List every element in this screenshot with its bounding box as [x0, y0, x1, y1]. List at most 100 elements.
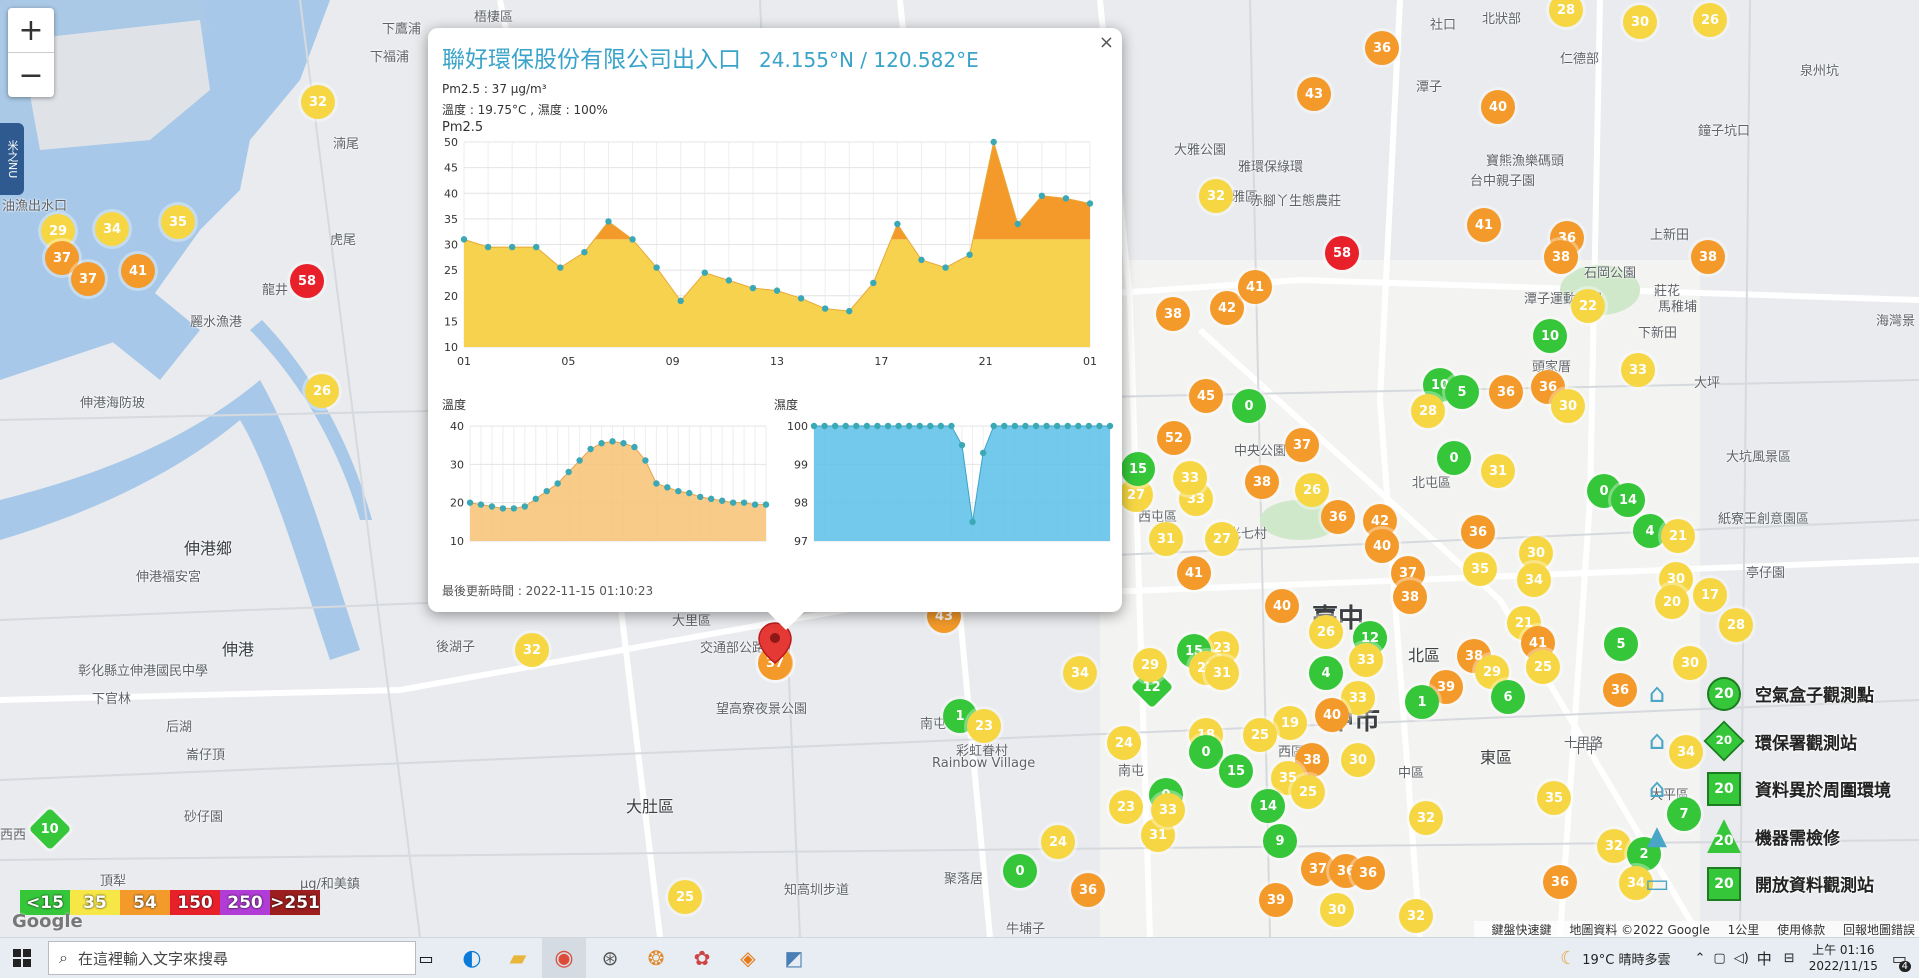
sensor-marker[interactable]: 40 [1365, 529, 1399, 563]
sensor-marker[interactable]: 29 [1133, 648, 1167, 682]
sensor-marker[interactable]: 34 [95, 212, 129, 246]
sensor-marker[interactable]: 5 [1445, 375, 1479, 409]
sensor-marker[interactable]: 58 [1325, 236, 1359, 270]
sensor-marker[interactable]: 28 [1719, 608, 1753, 642]
chrome-icon[interactable]: ◉ [542, 938, 586, 978]
sensor-marker[interactable]: 43 [1297, 77, 1331, 111]
app-icon-4[interactable]: ◩ [772, 938, 816, 978]
sensor-marker[interactable]: 35 [1463, 552, 1497, 586]
sensor-marker[interactable]: 32 [301, 85, 335, 119]
map-view[interactable]: 梧棲區下鷹浦下福浦湳尾油漁出水口虎尾龍井麗水漁港伸港海防玻伸港鄉伸港福安宮伸港彰… [0, 0, 1919, 937]
sensor-marker[interactable]: 15 [1121, 452, 1155, 486]
sensor-marker[interactable]: 25 [1243, 718, 1277, 752]
sensor-marker[interactable]: 22 [1571, 289, 1605, 323]
sensor-marker[interactable]: 36 [1351, 856, 1385, 890]
sensor-marker[interactable]: 26 [1295, 473, 1329, 507]
clock[interactable]: 上午 01:16 2022/11/15 [1809, 942, 1878, 974]
app-icon-3[interactable]: ✿ [680, 938, 724, 978]
sensor-marker[interactable]: 25 [1291, 775, 1325, 809]
sensor-marker[interactable]: 28 [1411, 394, 1445, 428]
sensor-marker[interactable]: 52 [1157, 421, 1191, 455]
sensor-marker[interactable]: 40 [1315, 698, 1349, 732]
sensor-marker[interactable]: 33 [1621, 353, 1655, 387]
sensor-marker[interactable]: 34 [1063, 656, 1097, 690]
sensor-marker[interactable]: 15 [1219, 754, 1253, 788]
sensor-marker[interactable]: 6 [1491, 680, 1525, 714]
sensor-marker[interactable]: 32 [1199, 179, 1233, 213]
zoom-out-button[interactable]: − [8, 52, 54, 97]
sensor-marker[interactable]: 19 [1273, 706, 1307, 740]
sensor-marker[interactable]: 9 [1263, 824, 1297, 858]
sensor-marker[interactable]: 23 [1109, 790, 1143, 824]
sensor-marker[interactable]: 30 [1623, 5, 1657, 39]
sensor-marker[interactable]: 41 [1467, 208, 1501, 242]
sensor-marker[interactable]: 38 [1544, 240, 1578, 274]
blender-icon[interactable]: ◈ [726, 938, 770, 978]
sensor-marker[interactable]: 30 [1341, 743, 1375, 777]
sensor-marker[interactable]: 36 [1321, 500, 1355, 534]
popup-close-button[interactable]: × [1099, 32, 1114, 53]
sensor-marker[interactable]: 17 [1693, 578, 1727, 612]
sensor-marker[interactable]: 41 [1177, 556, 1211, 590]
sensor-marker[interactable]: 32 [1399, 899, 1433, 933]
sensor-marker[interactable]: 27 [1205, 522, 1239, 556]
sensor-marker[interactable]: 0 [1232, 389, 1266, 423]
sensor-marker[interactable]: 38 [1156, 297, 1190, 331]
sensor-marker[interactable]: 10 [1533, 319, 1567, 353]
sensor-marker[interactable]: 32 [515, 633, 549, 667]
task-view-icon[interactable]: ▭ [404, 938, 448, 978]
sensor-marker[interactable]: 32 [1409, 801, 1443, 835]
language-toggle[interactable]: 米之NU [0, 123, 24, 195]
sensor-marker[interactable]: 25 [668, 880, 702, 914]
sensor-marker[interactable]: 45 [1189, 379, 1223, 413]
sensor-marker[interactable]: 40 [1481, 90, 1515, 124]
sensor-marker[interactable]: 23 [967, 709, 1001, 743]
file-explorer-icon[interactable]: ▰ [496, 938, 540, 978]
taskbar-search-box[interactable]: ⌕ 在這裡輸入文字來搜尋 [48, 941, 416, 975]
terms-link[interactable]: 使用條款 [1777, 923, 1825, 937]
sensor-marker[interactable]: 4 [1309, 656, 1343, 690]
sensor-marker[interactable]: 14 [1611, 483, 1645, 517]
sensor-marker[interactable]: 31 [1205, 656, 1239, 690]
sensor-marker[interactable]: 1 [1405, 685, 1439, 719]
sensor-marker[interactable]: 41 [1238, 270, 1272, 304]
sensor-marker[interactable]: 26 [1693, 3, 1727, 37]
sensor-marker[interactable]: 36 [1071, 873, 1105, 907]
sensor-marker[interactable]: 36 [1365, 31, 1399, 65]
start-button[interactable] [0, 938, 44, 978]
sensor-marker[interactable]: 36 [1603, 673, 1637, 707]
sensor-marker[interactable]: 24 [1107, 726, 1141, 760]
sensor-marker[interactable]: 34 [1517, 563, 1551, 597]
sensor-marker[interactable]: 32 [1597, 829, 1631, 863]
sensor-marker[interactable]: 38 [1245, 465, 1279, 499]
sensor-marker[interactable]: 21 [1661, 519, 1695, 553]
sensor-marker[interactable]: 33 [1173, 461, 1207, 495]
sensor-marker[interactable]: 0 [1437, 441, 1471, 475]
weather-text[interactable]: 19°C 晴時多雲 [1582, 949, 1670, 968]
sensor-marker[interactable]: 35 [161, 205, 195, 239]
app-icon-1[interactable]: ⊛ [588, 938, 632, 978]
sensor-marker[interactable]: 37 [1285, 428, 1319, 462]
sensor-marker[interactable]: 5 [1604, 627, 1638, 661]
sensor-marker[interactable]: 36 [1489, 375, 1523, 409]
sensor-marker[interactable]: 37 [71, 262, 105, 296]
sensor-marker[interactable]: 40 [1265, 589, 1299, 623]
report-error-link[interactable]: 回報地圖錯誤 [1843, 923, 1915, 937]
notification-icon[interactable]: ▭4 [1892, 949, 1907, 968]
sensor-marker[interactable]: 30 [1320, 893, 1354, 927]
app-icon-2[interactable]: ❂ [634, 938, 678, 978]
sensor-marker[interactable]: 33 [1349, 643, 1383, 677]
sensor-marker[interactable]: 31 [1149, 522, 1183, 556]
sensor-marker[interactable]: 33 [1151, 793, 1185, 827]
sensor-marker[interactable]: 35 [1537, 781, 1571, 815]
sensor-marker[interactable]: 34 [1669, 735, 1703, 769]
edge-browser-icon[interactable]: ◐ [450, 938, 494, 978]
sensor-marker[interactable]: 36 [1461, 515, 1495, 549]
sensor-marker[interactable]: 14 [1251, 789, 1285, 823]
volume-icon[interactable]: ◁) [1734, 951, 1749, 966]
sensor-marker[interactable]: 31 [1481, 454, 1515, 488]
sensor-marker[interactable]: 41 [121, 254, 155, 288]
sensor-marker[interactable]: 0 [1003, 854, 1037, 888]
ime-indicator[interactable]: 中 [1757, 948, 1772, 969]
keyboard-shortcuts-link[interactable]: 鍵盤快速鍵 [1492, 923, 1552, 937]
